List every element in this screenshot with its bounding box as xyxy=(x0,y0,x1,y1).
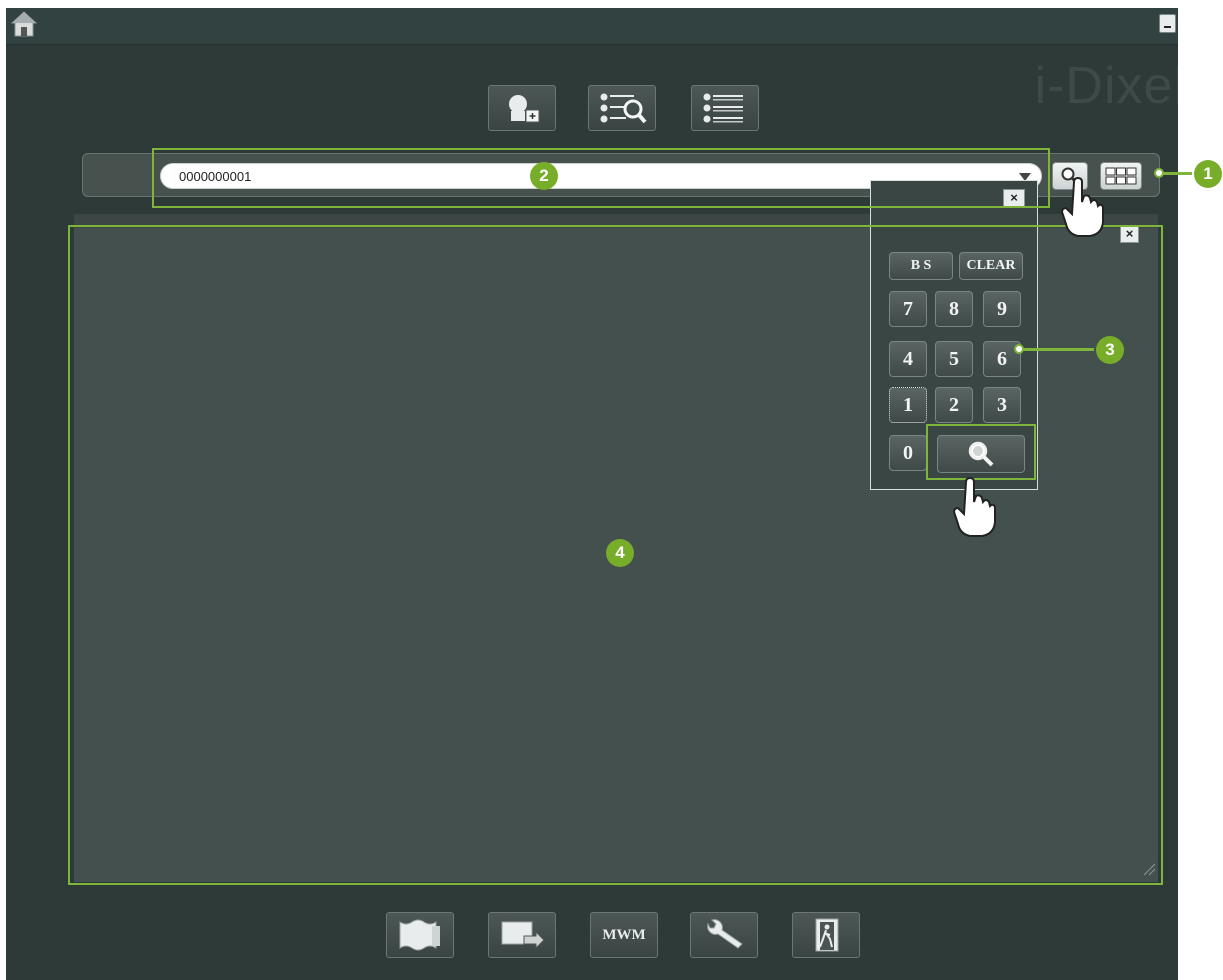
keypad-toggle-button[interactable] xyxy=(1100,162,1142,190)
patient-search-icon xyxy=(600,93,647,124)
callout-leader-1 xyxy=(1160,172,1192,175)
callout-badge-2: 2 xyxy=(530,162,558,190)
callout-badge-4: 4 xyxy=(606,539,634,567)
pointing-hand-icon xyxy=(952,476,996,537)
pointing-hand-icon xyxy=(1060,176,1104,237)
callout-badge-3: 3 xyxy=(1096,336,1124,364)
patient-search-button[interactable] xyxy=(588,85,656,131)
patient-list-button[interactable] xyxy=(691,85,759,131)
callout-highlight-search-input xyxy=(152,148,1050,208)
callout-highlight-keypad-search xyxy=(926,424,1036,480)
new-patient-button[interactable] xyxy=(488,85,556,131)
numeric-keypad-icon xyxy=(1105,167,1137,185)
callout-badge-1: 1 xyxy=(1194,160,1222,188)
exit-icon xyxy=(815,918,839,952)
import-image-icon xyxy=(501,921,545,950)
exit-button[interactable] xyxy=(792,912,860,958)
image-gallery-icon xyxy=(399,919,440,951)
mwm-button[interactable]: MWM xyxy=(590,912,658,958)
add-patient-icon xyxy=(509,95,540,123)
brand-logo: i-Dixel xyxy=(1034,57,1178,115)
wrench-icon xyxy=(707,919,743,949)
callout-dot-3 xyxy=(1014,344,1024,354)
callout-leader-3 xyxy=(1022,348,1094,351)
gallery-button[interactable] xyxy=(386,912,454,958)
home-icon[interactable] xyxy=(10,10,38,38)
patient-list-icon xyxy=(703,93,743,123)
import-button[interactable] xyxy=(488,912,556,958)
settings-button[interactable] xyxy=(690,912,758,958)
minimize-button[interactable] xyxy=(1159,14,1176,33)
title-bar xyxy=(6,8,1178,45)
callout-dot-1 xyxy=(1154,168,1164,178)
